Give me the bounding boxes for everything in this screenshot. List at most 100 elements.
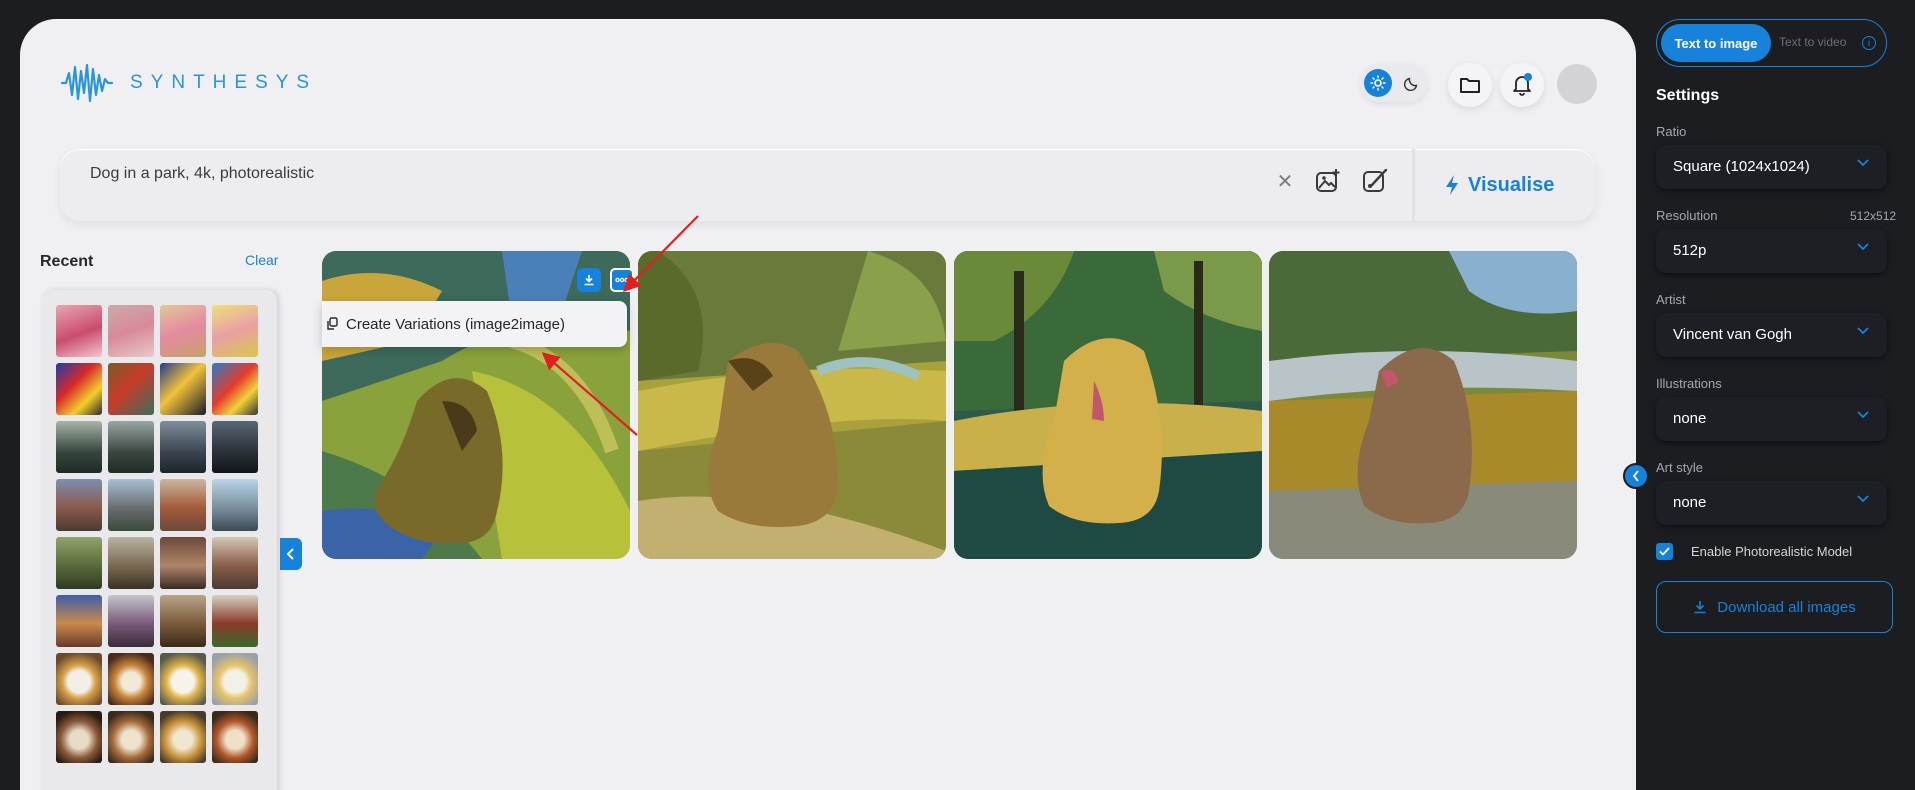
prompt-bar: Dog in a park, 4k, photorealistic ✕ Visu… bbox=[60, 149, 1595, 221]
artist-value: Vincent van Gogh bbox=[1673, 326, 1792, 343]
recent-thumbnail[interactable] bbox=[108, 653, 154, 705]
photorealistic-option: Enable Photorealistic Model bbox=[1656, 543, 1852, 560]
copy-icon bbox=[327, 317, 338, 330]
divider bbox=[1412, 149, 1415, 221]
text-to-video-tab[interactable]: Text to video bbox=[1779, 35, 1846, 49]
illustrations-label: Illustrations bbox=[1656, 376, 1722, 391]
more-options-button[interactable] bbox=[610, 268, 634, 292]
recent-thumbnail[interactable] bbox=[212, 305, 258, 357]
recent-thumbnail[interactable] bbox=[212, 537, 258, 589]
visualise-button[interactable]: Visualise bbox=[1444, 167, 1554, 203]
sun-icon[interactable] bbox=[1364, 69, 1392, 97]
recent-thumbnail[interactable] bbox=[160, 653, 206, 705]
notification-badge bbox=[1524, 73, 1532, 81]
recent-thumbnail[interactable] bbox=[212, 595, 258, 647]
recent-thumbnail[interactable] bbox=[108, 537, 154, 589]
recent-thumbnail[interactable] bbox=[56, 421, 102, 473]
recent-thumbnail[interactable] bbox=[56, 711, 102, 763]
generated-image[interactable] bbox=[322, 251, 630, 559]
add-image-icon[interactable] bbox=[1314, 167, 1342, 195]
close-icon[interactable]: ✕ bbox=[1273, 169, 1297, 193]
recent-thumbnail[interactable] bbox=[160, 537, 206, 589]
recent-thumbnail[interactable] bbox=[56, 479, 102, 531]
resolution-select[interactable]: 512p bbox=[1656, 229, 1887, 273]
create-variations-menu-item[interactable]: Create Variations (image2image) bbox=[346, 316, 565, 333]
recent-thumbnail[interactable] bbox=[212, 363, 258, 415]
clear-recent-link[interactable]: Clear bbox=[245, 252, 278, 268]
collapse-recent-button[interactable] bbox=[280, 538, 302, 570]
check-icon bbox=[1659, 547, 1670, 556]
recent-thumbnails bbox=[56, 305, 258, 763]
recent-thumbnail[interactable] bbox=[160, 479, 206, 531]
download-all-button[interactable]: Download all images bbox=[1656, 581, 1893, 633]
art-style-value: none bbox=[1673, 494, 1707, 511]
recent-thumbnail[interactable] bbox=[160, 711, 206, 763]
recent-thumbnail[interactable] bbox=[108, 363, 154, 415]
paint-brush-icon[interactable] bbox=[1361, 167, 1389, 195]
recent-thumbnail[interactable] bbox=[108, 421, 154, 473]
recent-thumbnail[interactable] bbox=[56, 305, 102, 357]
artist-label: Artist bbox=[1656, 292, 1686, 307]
illustrations-value: none bbox=[1673, 410, 1707, 427]
waveform-logo-icon bbox=[60, 63, 114, 103]
recent-thumbnail[interactable] bbox=[160, 363, 206, 415]
notifications-button[interactable] bbox=[1500, 63, 1544, 107]
chevron-left-icon bbox=[1632, 470, 1639, 482]
logo[interactable]: SYNTHESYS bbox=[60, 63, 317, 103]
recent-thumbnail[interactable] bbox=[160, 421, 206, 473]
recent-thumbnail[interactable] bbox=[160, 595, 206, 647]
brand-name: SYNTHESYS bbox=[130, 72, 318, 93]
download-image-button[interactable] bbox=[577, 268, 601, 292]
lightning-icon bbox=[1446, 175, 1458, 195]
context-menu: Create Variations (image2image) bbox=[322, 301, 627, 347]
generated-image[interactable] bbox=[638, 251, 946, 559]
recent-thumbnail[interactable] bbox=[56, 537, 102, 589]
chevron-left-icon bbox=[286, 548, 294, 560]
mode-toggle: Text to image Text to video i bbox=[1656, 19, 1887, 67]
recent-title: Recent bbox=[40, 253, 94, 270]
moon-icon[interactable] bbox=[1398, 69, 1426, 97]
illustrations-select[interactable]: none bbox=[1656, 397, 1887, 441]
recent-thumbnail[interactable] bbox=[108, 479, 154, 531]
prompt-input[interactable]: Dog in a park, 4k, photorealistic bbox=[90, 165, 314, 183]
ratio-label: Ratio bbox=[1656, 124, 1687, 139]
settings-title: Settings bbox=[1656, 87, 1720, 104]
download-icon bbox=[1694, 601, 1706, 614]
more-dots-icon bbox=[615, 277, 629, 283]
recent-thumbnail[interactable] bbox=[56, 363, 102, 415]
recent-thumbnail[interactable] bbox=[212, 653, 258, 705]
text-to-image-tab[interactable]: Text to image bbox=[1661, 24, 1771, 62]
recent-thumbnail[interactable] bbox=[56, 653, 102, 705]
recent-thumbnail[interactable] bbox=[108, 595, 154, 647]
recent-thumbnail[interactable] bbox=[160, 305, 206, 357]
resolution-value: 512p bbox=[1673, 242, 1707, 259]
avatar[interactable] bbox=[1557, 64, 1597, 104]
recent-thumbnail[interactable] bbox=[212, 421, 258, 473]
chevron-down-icon bbox=[1857, 495, 1869, 503]
art-style-label: Art style bbox=[1656, 460, 1703, 475]
recent-thumbnail[interactable] bbox=[212, 479, 258, 531]
chevron-down-icon bbox=[1857, 327, 1869, 335]
resolution-pixels: 512x512 bbox=[1850, 209, 1897, 223]
collapse-settings-button[interactable] bbox=[1623, 463, 1649, 489]
generated-image[interactable] bbox=[1269, 251, 1577, 559]
recent-thumbnail[interactable] bbox=[212, 711, 258, 763]
info-icon[interactable]: i bbox=[1862, 36, 1876, 50]
recent-thumbnail[interactable] bbox=[56, 595, 102, 647]
chevron-down-icon bbox=[1857, 243, 1869, 251]
theme-toggle[interactable] bbox=[1360, 64, 1428, 102]
visualise-label: Visualise bbox=[1468, 173, 1555, 196]
generated-image[interactable] bbox=[954, 251, 1262, 559]
recent-thumbnail[interactable] bbox=[108, 711, 154, 763]
chevron-down-icon bbox=[1857, 159, 1869, 167]
ratio-select[interactable]: Square (1024x1024) bbox=[1656, 145, 1887, 189]
ratio-value: Square (1024x1024) bbox=[1673, 158, 1810, 175]
art-style-select[interactable]: none bbox=[1656, 481, 1887, 525]
resolution-label: Resolution bbox=[1656, 208, 1718, 223]
photorealistic-checkbox[interactable] bbox=[1656, 543, 1673, 560]
artist-select[interactable]: Vincent van Gogh bbox=[1656, 313, 1887, 357]
download-icon bbox=[584, 275, 594, 286]
chevron-down-icon bbox=[1857, 411, 1869, 419]
recent-thumbnail[interactable] bbox=[108, 305, 154, 357]
folder-button[interactable] bbox=[1448, 63, 1492, 107]
